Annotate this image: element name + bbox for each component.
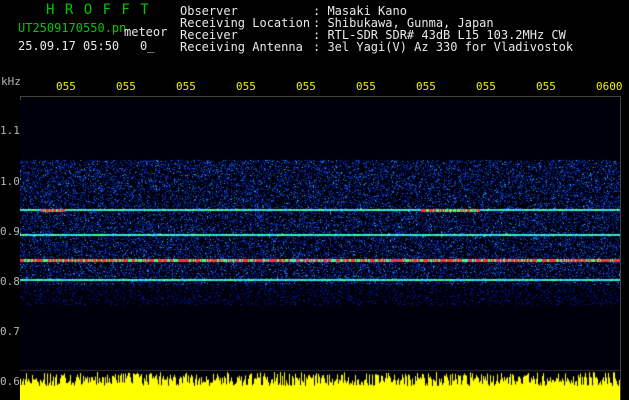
y-tick: 1.1 [0,124,20,137]
y-tick: 1.0 [0,175,20,188]
x-tick: 055 [56,80,76,93]
datetime-label: 25.09.17 05:50 [18,39,120,53]
right-axis-line [620,96,621,400]
tag-label: meteor [124,25,168,39]
x-tick: 055 [416,80,436,93]
y-axis-unit: kHz [1,75,21,88]
antenna-value: : 3el Yagi(V) Az 330 for Vladivostok [313,40,574,54]
x-tick: 055 [236,80,256,93]
antenna-label: Receiving Antenna [180,40,303,54]
x-tick: 0600 [596,80,623,93]
x-tick: 055 [116,80,136,93]
x-tick: 055 [476,80,496,93]
spectrogram-canvas [20,100,620,400]
x-tick: 055 [296,80,316,93]
brand-logo: H R O F F T [46,2,150,18]
x-tick: 055 [356,80,376,93]
y-tick: 0.6 [0,375,20,388]
y-tick: 0.8 [0,275,20,288]
x-tick: 055 [536,80,556,93]
extra-label: 0_ [140,39,155,53]
y-tick: 0.7 [0,325,20,338]
x-tick: 055 [176,80,196,93]
filename-label: UT2509170550.pn [18,21,127,35]
top-axis-line [20,96,620,97]
y-tick: 0.9 [0,225,20,238]
